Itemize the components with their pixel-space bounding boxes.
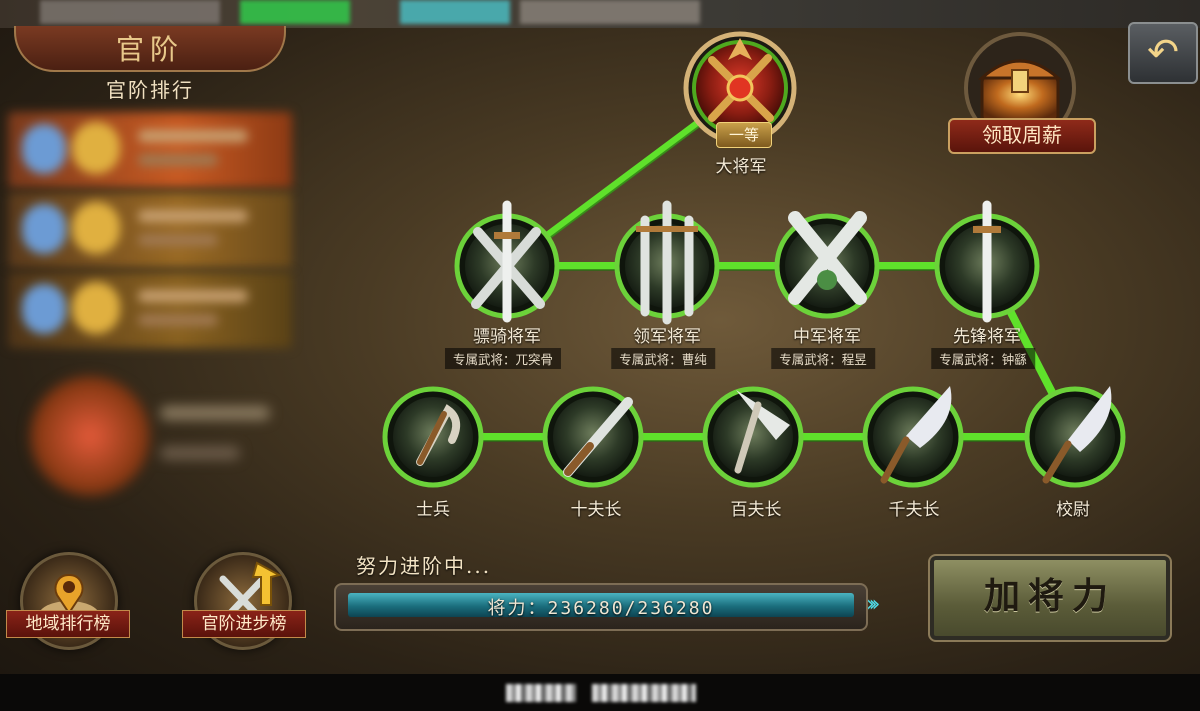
general-power-progress-bar: 将力：236280/236280 (334, 583, 868, 631)
double-chevron-right-icon: ››› (866, 592, 881, 617)
node-label-xianfeng: 先锋将军 (953, 327, 1021, 347)
exclusive-general-piaoqi: 专属武将：兀突骨 (444, 348, 562, 369)
rank-card[interactable] (8, 112, 292, 188)
exclusive-general-xianfeng: 专属武将：钟繇 (931, 348, 1035, 369)
top-rank-badge: 一等 (716, 122, 772, 148)
own-rank-emblem (10, 356, 290, 516)
exclusive-general-zhongjun: 专属武将：程昱 (771, 348, 875, 369)
node-label-xiaowei: 校尉 (1056, 500, 1090, 520)
node-zhongjun[interactable] (774, 211, 880, 319)
panel-header: 官阶 (14, 26, 286, 72)
node-label-piaoqi: 骠骑将军 (473, 327, 541, 347)
panel-header-title: 官阶 (115, 33, 184, 66)
node-label-qianfuzhang: 千夫长 (888, 500, 940, 520)
add-general-power-button[interactable]: 加将力 (928, 554, 1172, 642)
back-button[interactable]: ↶ (1128, 22, 1198, 84)
game-screen: 官阶 官阶排行 地域排行榜 官阶进步榜 一等 大将军 骠骑将军 专属武将：兀突骨… (0, 0, 1200, 711)
medal-icon (72, 202, 120, 254)
node-label-zhongjun: 中军将军 (793, 327, 861, 347)
avatar (22, 284, 66, 334)
node-label-shibing: 士兵 (416, 500, 450, 520)
top-rank-name: 大将军 (715, 157, 767, 177)
progress-text: 将力：236280/236280 (487, 598, 715, 619)
ranking-title: 官阶排行 (106, 78, 194, 102)
rank-progress-label[interactable]: 官阶进步榜 (182, 610, 306, 638)
claim-weekly-salary-button[interactable]: 领取周薪 (948, 118, 1096, 154)
node-shibing[interactable] (382, 386, 484, 488)
node-piaoqi[interactable] (454, 200, 560, 323)
node-lingjun[interactable] (614, 200, 720, 325)
node-label-baifuzhang: 百夫长 (730, 500, 782, 520)
node-label-lingjun: 领军将军 (633, 327, 701, 347)
progress-caption: 努力进阶中... (356, 554, 492, 578)
avatar (22, 204, 66, 254)
region-rank-label[interactable]: 地域排行榜 (6, 610, 130, 638)
back-arrow-icon: ↶ (1147, 30, 1179, 74)
bottom-black-bar (0, 674, 1200, 711)
node-label-shifuzhang: 十夫长 (570, 500, 622, 520)
rank-card[interactable] (8, 272, 292, 348)
node-xianfeng[interactable] (934, 200, 1040, 323)
node-baifuzhang[interactable] (702, 386, 804, 488)
medal-icon (72, 122, 120, 174)
rank-panel: 官阶 官阶排行 (0, 26, 300, 536)
rank-card[interactable] (8, 192, 292, 268)
node-qianfuzhang[interactable] (862, 386, 964, 488)
avatar (22, 124, 66, 174)
exclusive-general-lingjun: 专属武将：曹纯 (611, 348, 715, 369)
medal-icon (72, 282, 120, 334)
node-xiaowei[interactable] (1024, 386, 1126, 488)
node-shifuzhang[interactable] (542, 386, 644, 488)
